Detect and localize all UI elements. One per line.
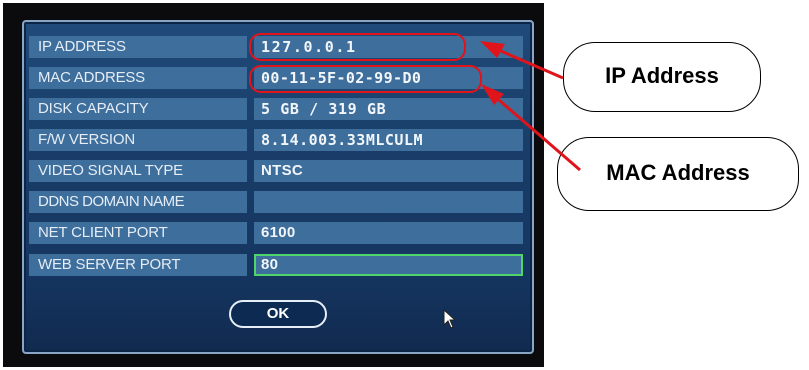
mac-arrow-line	[491, 92, 581, 172]
arrow-icon	[480, 41, 505, 58]
callout-arrows	[480, 41, 581, 172]
ip-arrow-line	[493, 46, 564, 80]
